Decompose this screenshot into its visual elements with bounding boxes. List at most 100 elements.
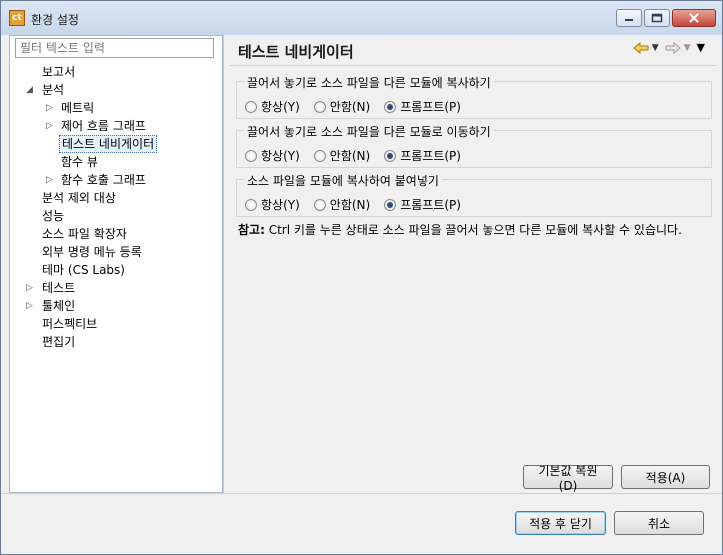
radio-button[interactable]: [313, 100, 326, 113]
group-title: 소스 파일을 모듈에 복사하여 붙여넣기: [244, 172, 442, 189]
tree-item[interactable]: ◢ 분석: [10, 81, 222, 99]
tree-item[interactable]: 소스 파일 확장자: [10, 225, 222, 243]
tree-item-label: 편집기: [42, 335, 76, 349]
radio-selected-dot: [387, 103, 394, 110]
option-group: 끌어서 놓기로 소스 파일을 다른 모듈로 이동하기항상(Y) 안함(N) 프롬프트…: [236, 123, 712, 168]
radio-option[interactable]: 안함(N): [313, 196, 371, 213]
radio-option[interactable]: 프롬프트(P): [384, 147, 461, 164]
cancel-button[interactable]: 취소: [614, 511, 704, 535]
maximize-button[interactable]: [644, 9, 670, 27]
tree-item[interactable]: 성능: [10, 207, 222, 225]
radio-label: 안함(N): [329, 198, 371, 212]
collapsed-twisty-icon[interactable]: ▷: [26, 297, 36, 315]
back-button[interactable]: ▼: [632, 41, 659, 54]
radio-button[interactable]: [313, 198, 326, 211]
tree-item-label: 함수 뷰: [61, 155, 98, 169]
tree-item-label: 제어 흐름 그래프: [61, 119, 146, 133]
tree-item[interactable]: ▷ 제어 흐름 그래프: [10, 117, 222, 135]
tree-item-label: 소스 파일 확장자: [42, 227, 127, 241]
page-title: 테스트 네비게이터: [238, 43, 354, 61]
note-label: 참고:: [238, 223, 265, 237]
radio-option[interactable]: 프롬프트(P): [384, 196, 461, 213]
radio-label: 프롬프트(P): [400, 198, 461, 212]
collapsed-twisty-icon[interactable]: ▷: [46, 99, 56, 117]
tree-item-label: 외부 명령 메뉴 등록: [42, 245, 142, 259]
tree-item[interactable]: ▷ 메트릭: [10, 99, 222, 117]
tree-item-label: 분석: [42, 83, 65, 97]
radio-option[interactable]: 프롬프트(P): [384, 98, 461, 115]
tree-item[interactable]: 테마 (CS Labs): [10, 261, 222, 279]
view-menu-icon: ▼: [696, 41, 705, 54]
tree-item[interactable]: 퍼스펙티브: [10, 315, 222, 333]
radio-button[interactable]: [245, 198, 257, 211]
radio-option[interactable]: 안함(N): [313, 98, 371, 115]
minimize-button[interactable]: [616, 9, 642, 27]
radio-button[interactable]: [313, 149, 326, 162]
back-arrow-icon: [632, 41, 649, 54]
radio-option[interactable]: 항상(Y): [245, 196, 300, 213]
app-icon: ct: [9, 10, 25, 26]
tree-item-label: 함수 호출 그래프: [61, 173, 146, 187]
radio-label: 프롬프트(P): [400, 100, 461, 114]
title-separator: [230, 65, 716, 66]
radio-label: 안함(N): [329, 149, 371, 163]
close-button[interactable]: [672, 9, 716, 27]
preference-page: 테스트 네비게이터 ▼ ▼ ▼ 끌어서 놓기로 소스 파일을 다른 모듈에 복사…: [223, 35, 716, 493]
forward-arrow-icon: [665, 41, 681, 54]
restore-defaults-button[interactable]: 기본값 복원(D): [523, 464, 613, 493]
tree-item-label: 퍼스펙티브: [42, 317, 98, 331]
radio-button[interactable]: [384, 198, 397, 211]
radio-button[interactable]: [245, 149, 257, 162]
tree-item-label: 테스트 네비게이터: [59, 135, 158, 153]
tree-item-label: 분석 제외 대상: [42, 191, 116, 205]
radio-label: 항상(Y): [261, 149, 300, 163]
radio-label: 항상(Y): [261, 198, 300, 212]
window-title: 환경 설정: [31, 13, 79, 27]
tree-item-label: 성능: [42, 209, 65, 223]
forward-button[interactable]: ▼: [665, 41, 691, 54]
page-navigation: ▼ ▼ ▼: [632, 41, 705, 54]
tree-item[interactable]: 분석 제외 대상: [10, 189, 222, 207]
group-title: 끌어서 놓기로 소스 파일을 다른 모듈에 복사하기: [244, 74, 494, 91]
radio-option[interactable]: 항상(Y): [245, 98, 300, 115]
tree-item[interactable]: 보고서: [10, 63, 222, 81]
note-body: Ctrl 키를 누른 상태로 소스 파일을 끌어서 놓으면 다른 모듈에 복사할…: [264, 223, 682, 237]
maximize-icon: [651, 13, 663, 23]
radio-label: 프롬프트(P): [400, 149, 461, 163]
preferences-window: ct 환경 설정 보고서◢분석▷메트릭▷제어 흐름 그래프테스트 네비게이터함수…: [0, 0, 723, 555]
note-text: 참고: Ctrl 키를 누른 상태로 소스 파일을 끌어서 놓으면 다른 모듈에…: [238, 221, 682, 238]
radio-option[interactable]: 안함(N): [313, 147, 371, 164]
close-icon: [689, 13, 699, 23]
apply-button[interactable]: 적용(A): [621, 465, 710, 489]
expanded-twisty-icon[interactable]: ◢: [26, 81, 36, 99]
collapsed-twisty-icon[interactable]: ▷: [46, 117, 56, 135]
tree-item-label: 메트릭: [61, 101, 95, 115]
title-bar[interactable]: ct 환경 설정: [1, 1, 722, 35]
forward-dropdown-icon[interactable]: ▼: [684, 43, 691, 53]
back-dropdown-icon[interactable]: ▼: [652, 43, 659, 53]
preferences-tree: 보고서 ◢ 분석 ▷ 메트릭 ▷ 제어 흐름 그래프테스트 네비게이터함수 뷰 ▷ 함수 호출 …: [10, 63, 222, 351]
tree-item[interactable]: 편집기: [10, 333, 222, 351]
tree-item-label: 보고서: [42, 65, 76, 79]
footer-separator: [1, 493, 722, 494]
radio-button[interactable]: [245, 100, 257, 113]
group-title: 끌어서 놓기로 소스 파일을 다른 모듈로 이동하기: [244, 123, 494, 140]
preferences-navigation: 보고서 ◢ 분석 ▷ 메트릭 ▷ 제어 흐름 그래프테스트 네비게이터함수 뷰 ▷ 함수 호출 …: [9, 35, 223, 493]
tree-item[interactable]: ▷ 테스트: [10, 279, 222, 297]
radio-option[interactable]: 항상(Y): [245, 147, 300, 164]
radio-button[interactable]: [384, 149, 397, 162]
filter-input[interactable]: [15, 38, 214, 58]
tree-item[interactable]: 외부 명령 메뉴 등록: [10, 243, 222, 261]
collapsed-twisty-icon[interactable]: ▷: [46, 171, 56, 189]
view-menu-button[interactable]: ▼: [697, 41, 705, 54]
radio-selected-dot: [387, 201, 394, 208]
tree-item[interactable]: 테스트 네비게이터: [10, 135, 222, 153]
tree-item[interactable]: ▷ 함수 호출 그래프: [10, 171, 222, 189]
tree-item-label: 테마 (CS Labs): [42, 263, 125, 277]
tree-item[interactable]: ▷ 툴체인: [10, 297, 222, 315]
apply-and-close-button[interactable]: 적용 후 닫기: [515, 511, 606, 535]
tree-item[interactable]: 함수 뷰: [10, 153, 222, 171]
collapsed-twisty-icon[interactable]: ▷: [26, 279, 36, 297]
radio-button[interactable]: [384, 100, 397, 113]
radio-label: 안함(N): [329, 100, 371, 114]
